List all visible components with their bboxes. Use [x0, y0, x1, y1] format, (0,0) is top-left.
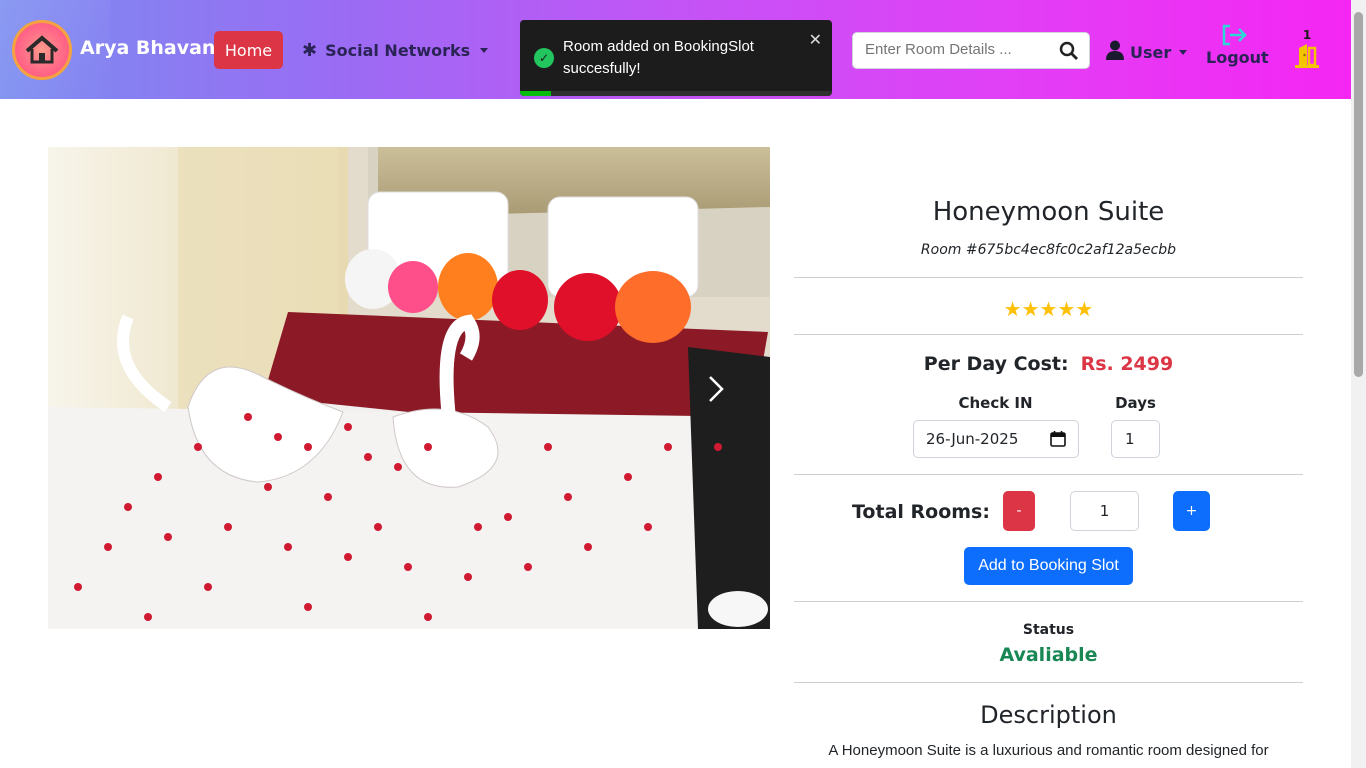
rating-stars: ★★★★★ — [1003, 297, 1094, 321]
cost-label: Per Day Cost: — [923, 353, 1069, 375]
checkin-date-input[interactable]: 26-Jun-2025 — [913, 420, 1079, 458]
door-icon — [1293, 44, 1321, 72]
social-networks-dropdown[interactable]: ✱ Social Networks — [302, 40, 489, 61]
status-value: Avaliable — [999, 644, 1098, 666]
decrease-rooms-button[interactable]: - — [1003, 491, 1035, 531]
toast-notification: ✓ Room added on BookingSlot succesfully!… — [520, 20, 832, 96]
chevron-right-icon[interactable] — [708, 375, 724, 407]
close-icon[interactable]: ✕ — [809, 30, 822, 49]
increase-rooms-button[interactable]: + — [1173, 491, 1210, 531]
calendar-icon[interactable] — [1050, 431, 1066, 451]
room-id: Room #675bc4ec8fc0c2af12a5ecbb — [920, 242, 1177, 258]
room-photo — [48, 147, 770, 629]
divider — [794, 601, 1303, 602]
days-value: 1 — [1125, 430, 1135, 448]
checkin-label: Check IN — [958, 394, 1033, 412]
logout-button[interactable]: Logout — [1206, 24, 1269, 67]
per-day-cost: Per Day Cost: Rs. 2499 — [794, 353, 1303, 375]
room-image-carousel — [48, 147, 770, 629]
divider — [794, 277, 1303, 278]
search-icon[interactable] — [1059, 41, 1079, 65]
home-logo-icon[interactable] — [12, 20, 72, 80]
toast-message: Room added on BookingSlot succesfully! — [563, 38, 754, 77]
days-input[interactable]: 1 — [1111, 420, 1160, 458]
room-title: Honeymoon Suite — [932, 197, 1165, 227]
description-text: A Honeymoon Suite is a luxurious and rom… — [828, 742, 1269, 759]
logout-label: Logout — [1206, 48, 1269, 67]
divider — [794, 682, 1303, 683]
page-scrollbar[interactable] — [1351, 0, 1366, 768]
checkin-date-value: 26-Jun-2025 — [926, 430, 1019, 448]
home-button[interactable]: Home — [214, 31, 283, 69]
scrollbar-thumb[interactable] — [1354, 12, 1363, 377]
check-circle-icon: ✓ — [534, 48, 554, 68]
rooms-quantity-input[interactable]: 1 — [1070, 491, 1139, 531]
toast-progress-fill — [520, 91, 552, 96]
divider — [794, 334, 1303, 335]
total-rooms-label: Total Rooms: — [852, 501, 990, 523]
social-networks-label: Social Networks — [325, 41, 471, 60]
user-icon — [1106, 40, 1124, 64]
booking-slot-cart[interactable]: 1 — [1290, 28, 1324, 72]
search-bar — [852, 32, 1090, 69]
logout-icon — [1206, 24, 1264, 46]
user-label: User — [1130, 42, 1172, 62]
brand-name[interactable]: Arya Bhavan — [80, 37, 215, 59]
caret-down-icon — [480, 48, 489, 53]
caret-down-icon — [1179, 49, 1188, 55]
divider — [794, 474, 1303, 475]
cart-count-badge: 1 — [1302, 28, 1312, 42]
slack-icon: ✱ — [302, 40, 318, 61]
days-label: Days — [1115, 394, 1156, 412]
description-title: Description — [980, 701, 1117, 729]
toast-progress-bar — [520, 91, 832, 96]
add-to-booking-slot-button[interactable]: Add to Booking Slot — [964, 547, 1133, 585]
status-label: Status — [1022, 622, 1075, 638]
user-dropdown[interactable]: User — [1106, 40, 1188, 64]
cost-value: Rs. 2499 — [1080, 353, 1174, 375]
search-input[interactable] — [865, 41, 1050, 58]
